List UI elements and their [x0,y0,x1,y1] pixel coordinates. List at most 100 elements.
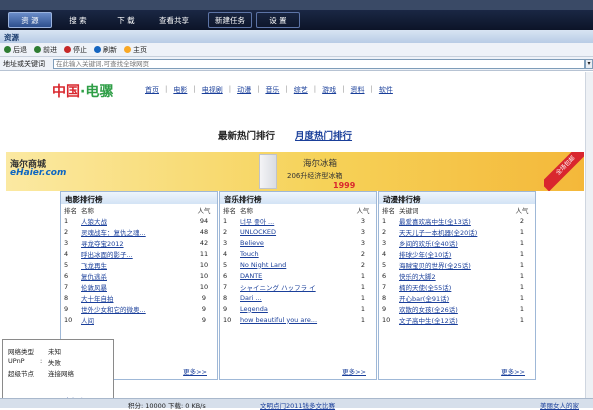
more-link[interactable]: 更多>> [501,366,525,376]
table-row: 1 너무 좋아 ... 3 [223,216,366,226]
tab-search[interactable]: 搜 索 [56,12,100,28]
menu-game[interactable]: 游戏 [322,85,336,95]
rank-tabs: 最新热门排行 月度热门排行 [218,128,352,142]
tab-resources[interactable]: 资 源 [8,12,52,28]
list-item-link[interactable]: Believe [240,239,350,247]
banner-product: 海尔冰箱 [303,159,338,169]
menu-home[interactable]: 首页 [145,85,159,95]
list-item-link[interactable]: シャイニング ハッフラ イ [240,282,350,292]
list-item-link[interactable]: 快乐的大脚2 [399,271,509,281]
popup-row: 超级节点 连接网络 [8,370,74,378]
tab-monthly-rank[interactable]: 月度热门排行 [295,128,352,142]
table-row: 9 Legenda 1 [223,304,366,313]
more-link[interactable]: 更多>> [183,366,207,376]
corner-text: 全场包邮 [544,152,584,191]
home-button[interactable]: 主页 [124,45,147,55]
table-row: 6 复仇逃杀 10 [64,271,209,281]
list-item-link[interactable]: 文子高中生(全12话) [399,315,509,325]
list-item-link[interactable]: 楠的天使(全55话) [399,282,509,292]
menu-software[interactable]: 软件 [379,85,393,95]
column-headers: 排名 名称 人气 [64,206,211,215]
table-row: 4 排球少年(全10话) 1 [382,249,525,259]
list-item-link[interactable]: 人狼大战 [81,216,191,226]
banner-desc: 206升经济型冰箱 [287,172,343,180]
back-label: 后退 [13,45,27,54]
status-bar: 积分: 10000 下载: 0 KB/s 文明点门2011钱多文比赛 美丽女人的… [0,398,593,410]
list-item-link[interactable]: 排球少年(全10话) [399,249,509,259]
list-item-link[interactable]: 飞龙再生 [81,260,191,270]
tab-download[interactable]: 下 载 [104,12,148,28]
table-row: 5 No Night Land 2 [223,260,366,269]
music-rank-panel: 音乐排行榜 排名 名称 人气 1 너무 좋아 ... 3 2 UNLOCKED 3 3 Bel… [219,191,377,380]
menu-docs[interactable]: 资料 [351,85,365,95]
table-row: 7 楠的天使(全55话) 1 [382,282,525,292]
banner-price: 1999 [333,181,356,190]
logo-text-b: ·电骡 [80,84,114,100]
table-row: 7 シャイニング ハッフラ イ1 [223,282,366,292]
tab-latest-rank[interactable]: 最新热门排行 [218,128,275,142]
list-item-link[interactable]: 复仇逃杀 [81,271,191,281]
fridge-image [259,154,277,189]
more-link[interactable]: 更多>> [342,366,366,376]
list-item-link[interactable]: UNLOCKED [240,228,350,236]
list-item-link[interactable]: 너무 좋아 ... [240,216,350,226]
list-item-link[interactable]: Touch [240,250,350,258]
list-item-link[interactable]: 最爱喜欢高中生(全13话) [399,216,509,226]
list-item-link[interactable]: 伦敦风暴 [81,282,191,292]
column-headers: 排名 名称 人气 [223,206,370,215]
list-item-link[interactable]: 天天儿子一本机器(全20话) [399,227,509,237]
list-item-link[interactable]: 开心bar(全91话) [399,293,509,303]
ad-banner[interactable]: 海尔商城 eHaier.com 海尔冰箱 206升经济型冰箱 1999 全场包邮 [6,152,584,191]
table-row: 4 呼出冰面的影子... 11 [64,249,209,259]
tab-new-task[interactable]: 新建任务 [208,12,252,28]
list-item-link[interactable]: 乡间的欢乐(全40话) [399,238,509,248]
main-tab-bar: 资 源 搜 索 下 载 查看共享 新建任务 设 置 [0,10,593,30]
site-logo[interactable]: 中国·电骡 [52,81,113,101]
menu-tv[interactable]: 电视剧 [202,85,223,95]
menu-anime[interactable]: 动漫 [237,85,251,95]
status-ad-link[interactable]: 文明点门2011钱多文比赛 [260,400,335,410]
browser-nav-bar: 后退 前进 停止 刷新 主页 [0,43,593,57]
list-item-link[interactable]: 世外少女和它的微奥... [81,304,191,314]
menu-variety[interactable]: 综艺 [294,85,308,95]
list-item-link[interactable]: DANTE [240,272,350,280]
menu-music[interactable]: 音乐 [265,85,279,95]
table-row: 2 天天儿子一本机器(全20话) 1 [382,227,525,237]
refresh-button[interactable]: 刷新 [94,45,117,55]
tab-settings[interactable]: 设 置 [256,12,300,28]
column-headers: 排名 关键词 人气 [382,206,529,215]
list-item-link[interactable]: 呼出冰面的影子... [81,249,191,259]
vertical-scrollbar[interactable] [585,72,593,399]
list-item-link[interactable]: 寻龙夺宝2012 [81,238,191,248]
table-row: 7 伦敦风暴 10 [64,282,209,292]
address-input[interactable] [53,58,585,69]
list-item-link[interactable]: 灵魂战车：复仇之魂... [81,227,191,237]
status-right-link[interactable]: 美丽女人的家 [540,400,579,410]
table-row: 8 开心bar(全91话) 1 [382,293,525,303]
table-row: 1 人狼大战 94 [64,216,209,226]
list-item-link[interactable]: 大十年自拍 [81,293,191,303]
list-item-link[interactable]: Legenda [240,305,350,313]
list-item-link[interactable]: how beautiful you are... [240,316,350,324]
table-row: 8 大十年自拍 9 [64,293,207,303]
table-row: 6 DANTE 1 [223,271,366,280]
address-dropdown-button[interactable]: ▾ [585,58,593,69]
back-icon [4,46,11,53]
forward-button[interactable]: 前进 [34,45,57,55]
list-item-link[interactable]: 人间 [81,315,191,325]
panel-title: 动漫排行榜 [379,192,535,204]
popup-row: 网络类型 未知 [8,348,61,356]
table-row: 3 乡间的欢乐(全40话) 1 [382,238,525,248]
tab-view-share[interactable]: 查看共享 [152,12,196,28]
table-row: 5 海贼宝贝的世界(全25话) 1 [382,260,525,270]
list-item-link[interactable]: No Night Land [240,261,350,269]
stop-button[interactable]: 停止 [64,45,87,55]
table-row: 8 Dari ... 1 [223,293,366,302]
table-row: 9 世外少女和它的微奥... 9 [64,304,207,314]
list-item-link[interactable]: Dari ... [240,294,350,302]
back-button[interactable]: 后退 [4,45,27,55]
menu-movie[interactable]: 电影 [173,85,187,95]
list-item-link[interactable]: 海贼宝贝的世界(全25话) [399,260,509,270]
list-item-link[interactable]: 欢散的女孩(全26话) [399,304,509,314]
site-menu: 首页 | 电影 | 电视剧 | 动漫 | 音乐 | 综艺 | 游戏 | 资料 | 软件 [145,85,393,95]
